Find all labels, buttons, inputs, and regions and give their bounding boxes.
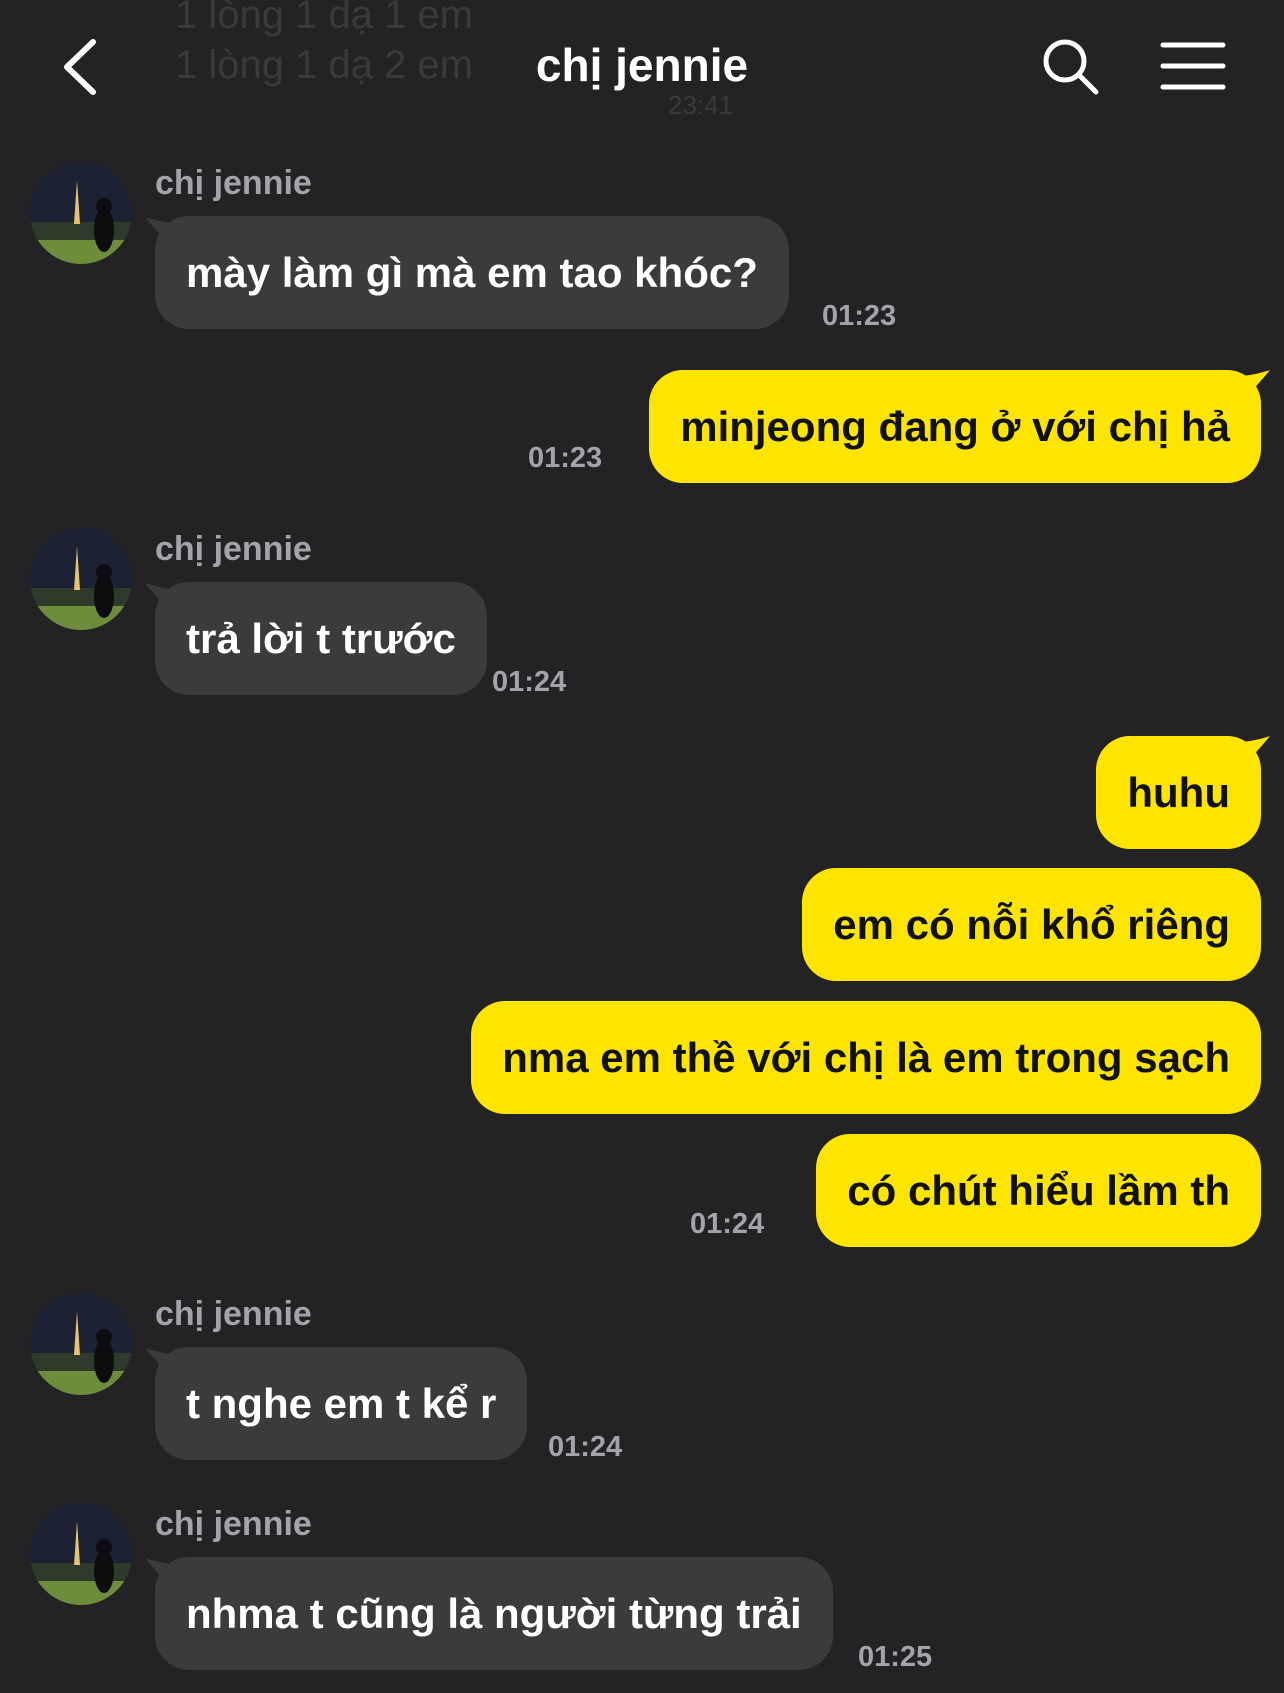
message-time: 01:24	[548, 1431, 623, 1463]
message-bubble-outgoing[interactable]: minjeong đang ở với chị hả	[649, 370, 1261, 483]
message-bubble-outgoing[interactable]: huhu	[1096, 736, 1261, 849]
menu-button[interactable]	[1160, 40, 1226, 92]
message-bubble-outgoing[interactable]: có chút hiểu lầm th	[816, 1134, 1261, 1247]
ghost-line-1: 1 lòng 1 dạ 1 em	[175, 0, 473, 37]
avatar[interactable]	[30, 528, 132, 630]
sender-name: chị jennie	[155, 164, 312, 202]
sender-name: chị jennie	[155, 530, 312, 568]
search-icon	[1043, 39, 1099, 95]
sender-name: chị jennie	[155, 1505, 312, 1543]
message-bubble-incoming[interactable]: trả lời t trước	[155, 582, 487, 695]
message-bubble-outgoing[interactable]: em có nỗi khổ riêng	[802, 868, 1261, 981]
avatar[interactable]	[30, 162, 132, 264]
search-button[interactable]	[1040, 36, 1102, 98]
avatar[interactable]	[30, 1503, 132, 1605]
message-bubble-incoming[interactable]: mày làm gì mà em tao khóc?	[155, 216, 789, 329]
message-bubble-incoming[interactable]: nhma t cũng là người từng trải	[155, 1557, 833, 1670]
message-time: 01:24	[690, 1208, 765, 1240]
message-time: 01:25	[858, 1641, 933, 1673]
avatar[interactable]	[30, 1293, 132, 1395]
hamburger-menu-icon	[1160, 42, 1226, 90]
message-time: 01:23	[528, 442, 603, 474]
message-bubble-incoming[interactable]: t nghe em t kể r	[155, 1347, 528, 1460]
message-time: 01:23	[822, 300, 897, 332]
ghost-time: 23:41	[668, 90, 734, 120]
message-time: 01:24	[492, 666, 567, 698]
message-bubble-outgoing[interactable]: nma em thề với chị là em trong sạch	[471, 1001, 1261, 1114]
sender-name: chị jennie	[155, 1295, 312, 1333]
chat-header: 1 lòng 1 dạ 1 em 1 lòng 1 dạ 2 em 23:41 …	[0, 0, 1284, 130]
